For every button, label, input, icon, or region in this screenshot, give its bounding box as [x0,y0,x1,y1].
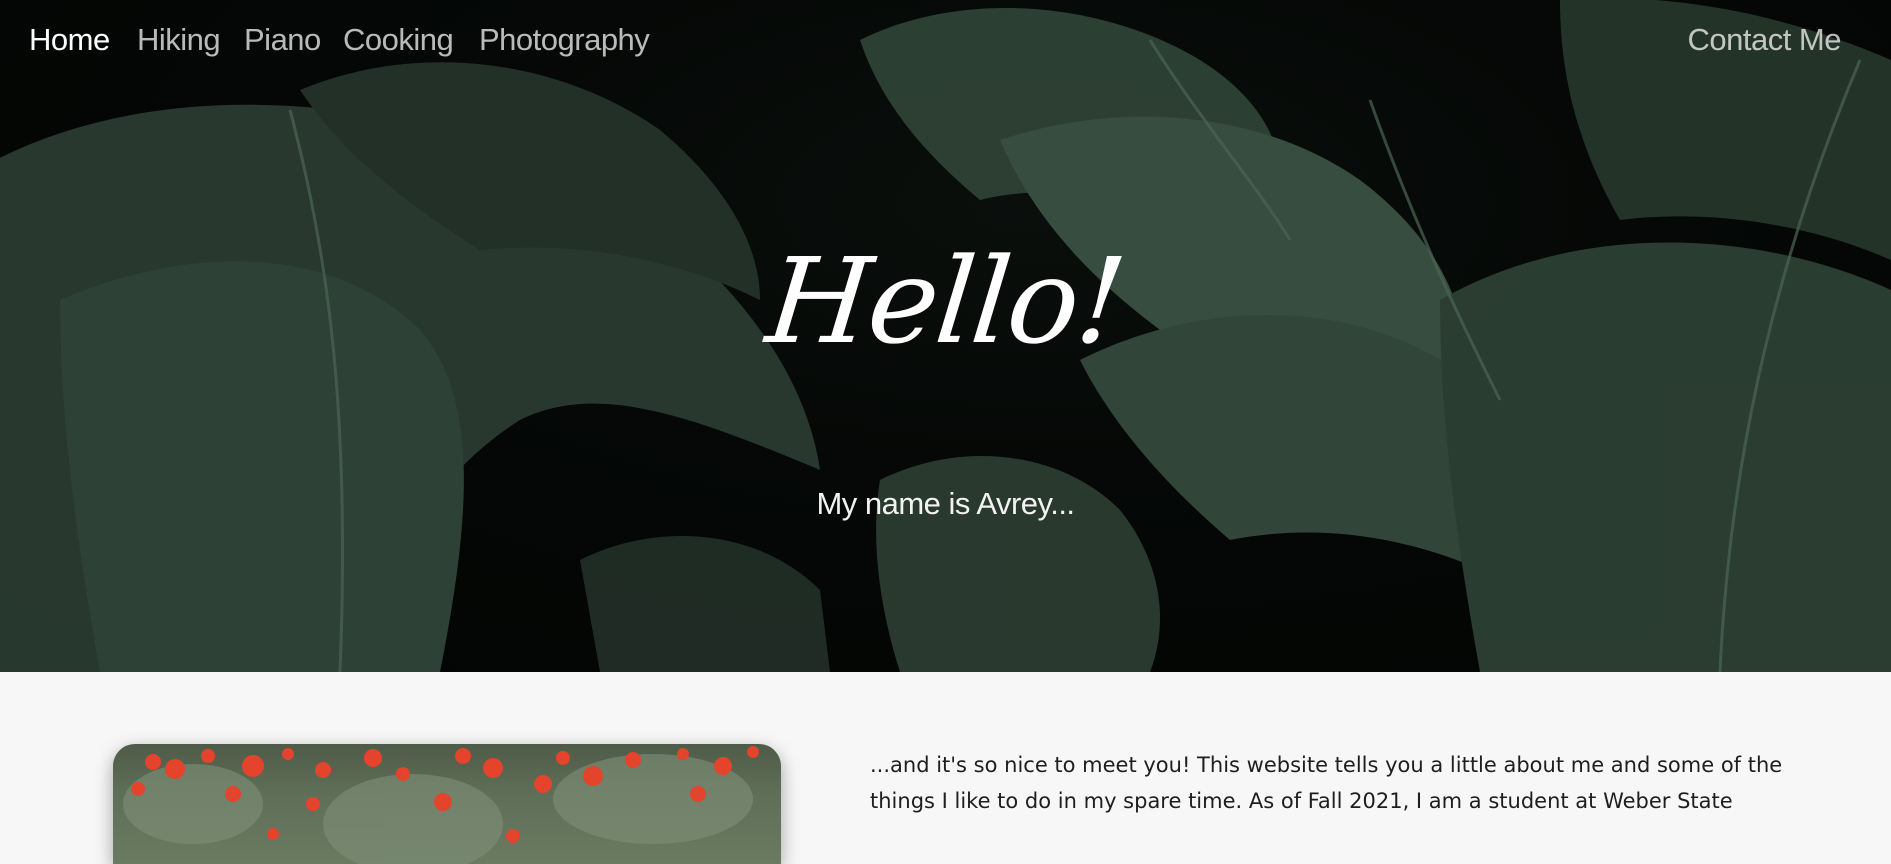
about-paragraph: ...and it's so nice to meet you! This we… [870,753,1783,813]
top-nav: Home Hiking Piano Cooking Photography Co… [0,0,1891,86]
nav-link-contact[interactable]: Contact Me [1687,22,1841,58]
hero-subtitle: My name is Avrey... [816,486,1075,521]
nav-link-cooking[interactable]: Cooking [343,22,454,58]
about-section: ...and it's so nice to meet you! This we… [0,672,1891,864]
nav-link-home[interactable]: Home [29,22,110,58]
hero-section: Home Hiking Piano Cooking Photography Co… [0,0,1891,672]
poppy-field-photo [113,744,781,864]
nav-link-piano[interactable]: Piano [244,22,321,58]
nav-link-photography[interactable]: Photography [479,22,650,58]
hero-title: Hello! [760,232,1131,370]
nav-link-hiking[interactable]: Hiking [137,22,221,58]
poppy-flowers-image [123,746,759,864]
